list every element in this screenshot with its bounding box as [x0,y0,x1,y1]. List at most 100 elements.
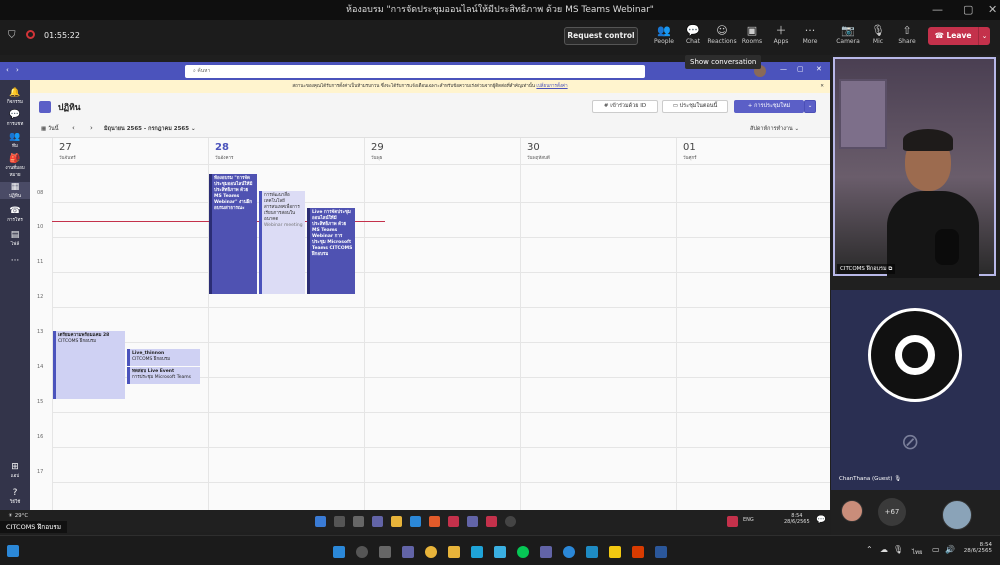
search-icon[interactable] [334,516,345,527]
day-number: 29 [371,142,384,153]
sticky-notes-icon[interactable] [609,546,621,558]
volume-icon[interactable]: 🔊 [945,545,955,554]
day-number: 30 [527,142,540,153]
calendar-icon [39,101,51,113]
task-view-icon[interactable] [353,516,364,527]
calendar-event[interactable]: เตรียมความพร้อมแคม 28 CITCOMS ฝึกอบรม [53,331,125,399]
photos-icon[interactable] [494,546,506,558]
calendar-event[interactable]: การพัฒนาสื่อเทคโนโลยีสารสนเทศเพื่อการเรี… [259,191,305,294]
line-icon[interactable] [517,546,529,558]
leave-dropdown-button[interactable]: ⌄ [978,27,990,45]
folder-icon[interactable] [391,516,402,527]
calendar-header: ปฏิทิน # เข้าร่วมด้วย ID ▭ ประชุมในตอนนี… [30,93,830,121]
close-icon[interactable]: ✕ [820,80,824,93]
teams-search-input[interactable]: ⌕ ค้นหา [185,65,645,78]
teams-icon[interactable] [540,546,552,558]
more-button[interactable]: ··· More [791,24,829,45]
chevron-up-icon[interactable]: ⌃ [866,545,873,554]
video-tile-presenter[interactable]: CITCOMS ฝึกอบรม ⧉ [833,57,996,278]
hour-divider [52,202,830,203]
day-column[interactable]: 27 วันจันทร์ [52,138,208,510]
folder-icon[interactable] [448,546,460,558]
edge-icon[interactable] [563,546,575,558]
date-range-picker[interactable]: มิถุนายน 2565 - กรกฎาคม 2565 ⌄ [104,125,196,133]
rail-item-chat[interactable]: 💬 การแชท [0,110,30,127]
windows-icon[interactable] [315,516,326,527]
app-icon[interactable] [586,546,598,558]
app-icon[interactable] [727,516,738,527]
windows-taskbar: ⌃ ☁ 🎙 ไทย ▭ 🔊 8:54 28/6/2565 [0,535,1000,565]
view-switcher[interactable]: สัปดาห์การทำงาน ⌄ [750,125,799,133]
rail-item-more[interactable]: ··· [0,256,30,266]
participant-avatar[interactable] [841,500,863,522]
calendar-event[interactable]: ทดสอบ Live Event การประชุม Microsoft Team… [127,367,200,384]
more-participants-badge[interactable]: +67 [878,498,906,526]
minimize-icon[interactable]: — [780,65,787,73]
forward-icon[interactable]: › [16,66,19,74]
powerpoint-icon[interactable] [632,546,644,558]
minimize-icon[interactable]: — [932,3,943,17]
meet-now-button[interactable]: ▭ ประชุมในตอนนี้ [662,100,728,113]
leave-button[interactable]: ☎ Leave [928,27,978,45]
calendar-nav: ▦ วันนี้ ‹ › มิถุนายน 2565 - กรกฎาคม 256… [30,121,830,138]
today-button[interactable]: ▦ วันนี้ [41,125,59,133]
settings-icon[interactable] [505,516,516,527]
rail-item-activity[interactable]: 🔔 กิจกรรม [0,88,30,105]
day-column[interactable]: 29 วันพุธ [364,138,520,510]
chrome-icon[interactable] [425,546,437,558]
language-indicator[interactable]: ENG [743,517,754,523]
microphone-image [935,229,959,265]
calendar-event[interactable]: Live การจัดประชุมออนไลน์ให้มีประสิทธิภาพ… [307,208,355,294]
rail-item-assignments[interactable]: 🎒 งานที่มอบหมาย [0,154,30,178]
teams-icon[interactable] [467,516,478,527]
monitor-icon[interactable]: ▭ [932,545,940,554]
day-number: 28 [215,142,229,153]
edge-icon[interactable] [410,516,421,527]
calendar-event[interactable]: ห้องอบรม "การจัดประชุมออนไลน์ให้มีประสิท… [209,174,257,294]
notification-icon[interactable]: 💬 [816,515,826,524]
weather-widget[interactable]: ☀ 29°C [8,513,28,519]
chat-icon[interactable] [372,516,383,527]
app-icon[interactable] [448,516,459,527]
maximize-icon[interactable]: ▢ [797,65,804,73]
maximize-icon[interactable]: ▢ [963,3,973,17]
hour-label: 08 [37,190,44,196]
chat-icon[interactable] [402,546,414,558]
app-icon[interactable] [486,516,497,527]
assignments-icon: 🎒 [9,154,21,164]
rail-item-files[interactable]: ▤ ไฟล์ [0,230,30,247]
calendar-event[interactable]: Live_thinnon CITCOMS ฝึกอบรม [127,349,200,366]
change-settings-link[interactable]: เปลี่ยนการตั้งค่า [536,84,567,89]
day-column[interactable]: 01 วันศุกร์ [676,138,830,510]
clock[interactable]: 8:54 28/6/2565 [960,542,992,554]
mic-off-icon[interactable]: 🎙 [893,545,903,554]
prev-week-icon[interactable]: ‹ [72,124,75,132]
close-icon[interactable]: ✕ [816,65,822,73]
shield-icon: ⛉ [8,30,16,41]
task-view-icon[interactable] [379,546,391,558]
windows-icon[interactable] [333,546,345,558]
rail-item-calendar[interactable]: ▦ ปฏิทิน [0,182,30,199]
mail-icon[interactable] [471,546,483,558]
participant-avatar[interactable] [942,500,972,530]
widgets-icon[interactable] [7,545,19,557]
back-icon[interactable]: ‹ [6,66,9,74]
word-icon[interactable] [655,546,667,558]
rail-item-calls[interactable]: ☎ การโทร [0,206,30,223]
search-icon[interactable] [356,546,368,558]
new-meeting-button[interactable]: + การประชุมใหม่ [734,100,804,113]
new-meeting-dropdown[interactable]: ⌄ [804,100,816,113]
close-icon[interactable]: ✕ [988,3,997,17]
language-indicator[interactable]: ไทย [912,547,923,557]
join-with-id-button[interactable]: # เข้าร่วมด้วย ID [592,100,658,113]
request-control-button[interactable]: Request control [564,27,638,45]
next-week-icon[interactable]: › [90,124,93,132]
clock[interactable]: 8:54 28/6/2565 [784,513,810,525]
day-column[interactable]: 30 วันพฤหัสบดี [520,138,676,510]
share-button[interactable]: ⇧ Share [888,24,926,45]
rail-item-teams[interactable]: 👥 ทีม [0,132,30,149]
firefox-icon[interactable] [429,516,440,527]
rail-item-apps[interactable]: ⊞ แอป [0,462,30,479]
rail-item-help[interactable]: ? วิธีใช้ [0,488,30,505]
cloud-icon[interactable]: ☁ [880,545,888,554]
